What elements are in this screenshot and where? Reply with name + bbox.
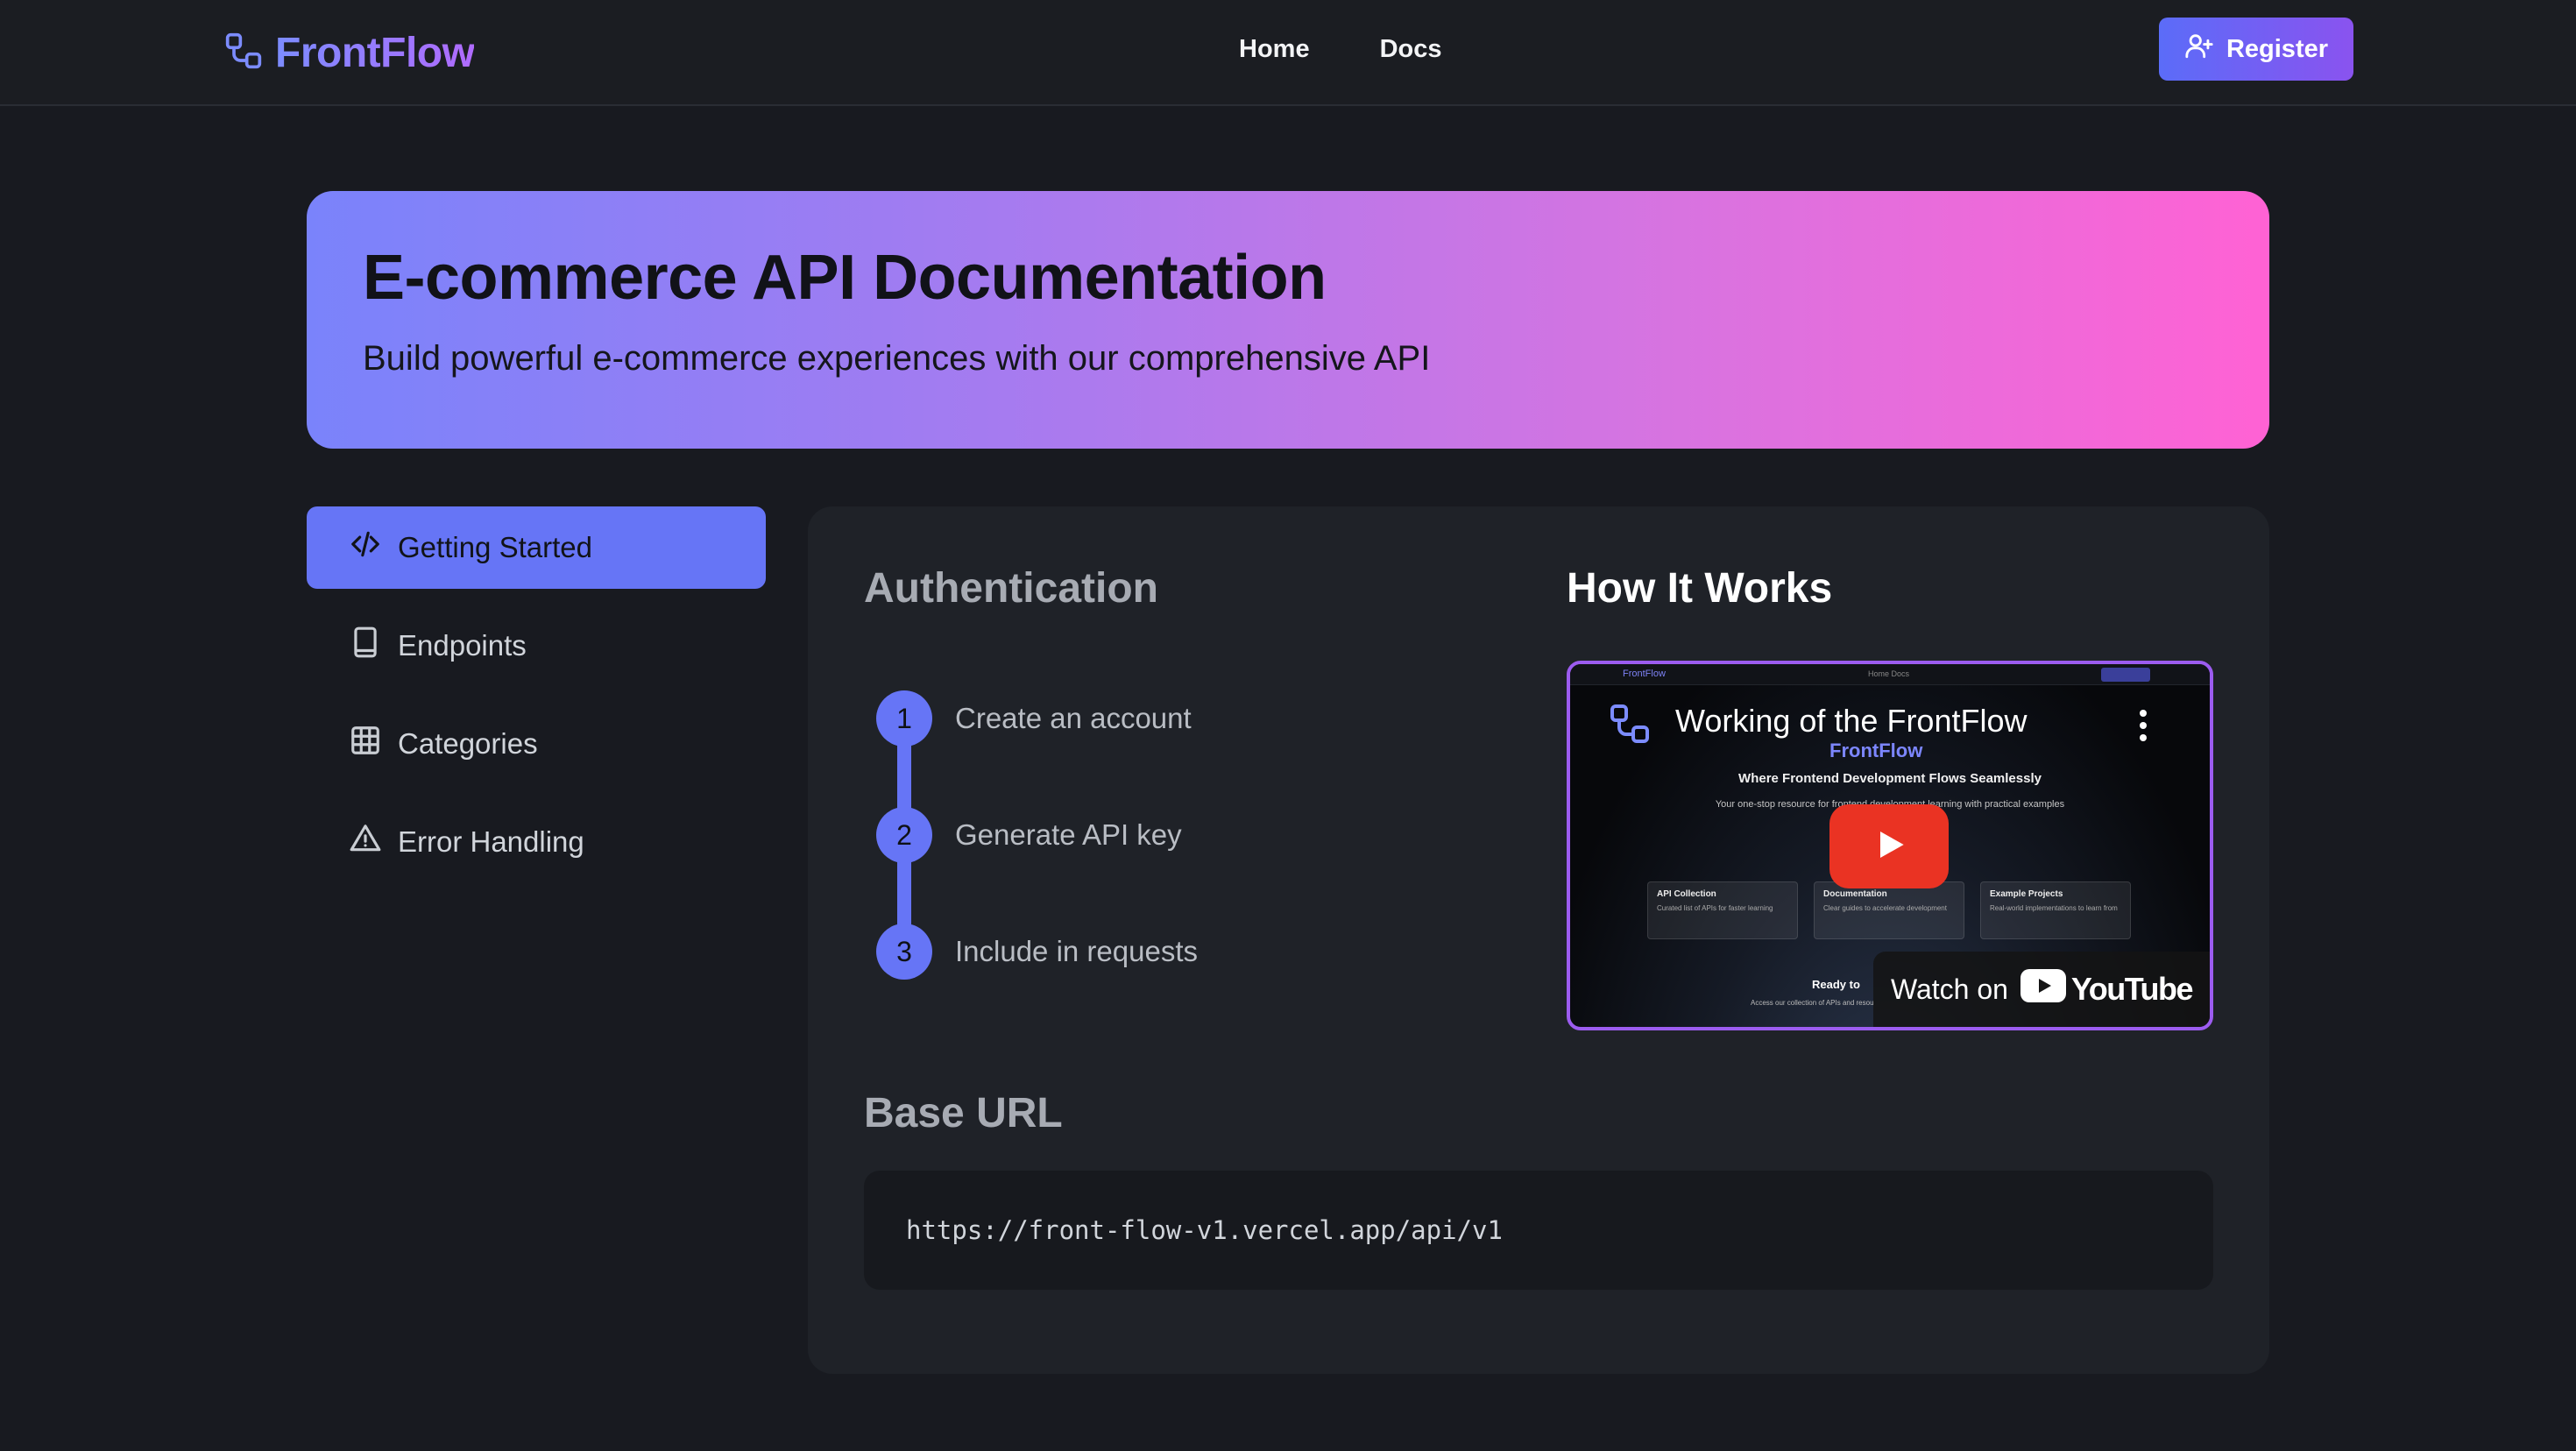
- play-button[interactable]: [1829, 804, 1949, 888]
- youtube-video-embed[interactable]: FrontFlow Home Docs Working of the Front…: [1567, 661, 2213, 1030]
- youtube-wordmark: YouTube: [2070, 971, 2194, 1007]
- step-label: Include in requests: [955, 935, 1199, 967]
- sidebar-item-label: Categories: [398, 727, 538, 760]
- book-icon: [349, 626, 382, 666]
- page-title: E-commerce API Documentation: [363, 243, 1327, 313]
- video-title[interactable]: Working of the FrontFlow: [1675, 703, 2027, 740]
- user-plus-icon: [2184, 31, 2214, 67]
- more-options-icon[interactable]: [2140, 710, 2148, 747]
- top-header: FrontFlow Home Docs Register: [0, 0, 2576, 106]
- sidebar-item-label: Error Handling: [398, 825, 584, 858]
- step-number: 3: [876, 924, 932, 980]
- video-preview-navbar: FrontFlow Home Docs: [1570, 664, 2210, 685]
- step-number: 1: [876, 690, 932, 747]
- video-access-text: Access our collection of APIs and resou: [1751, 999, 1874, 1007]
- youtube-logo: YouTube: [2020, 968, 2194, 1010]
- sidebar-item-endpoints[interactable]: Endpoints: [307, 605, 766, 687]
- authentication-heading: Authentication: [864, 565, 1158, 612]
- video-ready-text: Ready to: [1812, 978, 1860, 991]
- how-it-works-heading: How It Works: [1567, 565, 1833, 612]
- register-label: Register: [2226, 34, 2329, 63]
- watch-on-youtube-button[interactable]: Watch on YouTube: [1873, 952, 2210, 1027]
- content-panel: Authentication 1 Create an account 2 Gen…: [808, 506, 2269, 1374]
- warning-icon: [349, 822, 382, 862]
- sidebar-item-label: Getting Started: [398, 531, 592, 563]
- step-item: 1 Create an account: [871, 690, 1198, 807]
- step-item: 2 Generate API key: [871, 807, 1198, 924]
- video-card-title: Example Projects: [1990, 889, 2063, 899]
- sidebar-item-label: Endpoints: [398, 629, 527, 662]
- video-card: API Collection Curated list of APIs for …: [1647, 881, 1798, 939]
- video-brand-text: FrontFlow: [1829, 740, 1923, 761]
- video-preview-brand: FrontFlow: [1623, 669, 1666, 679]
- watch-on-label: Watch on: [1890, 973, 2008, 1005]
- video-card: Documentation Clear guides to accelerate…: [1814, 881, 1964, 939]
- nav-home-link[interactable]: Home: [1239, 32, 1310, 67]
- page-subtitle: Build powerful e-commerce experiences wi…: [363, 339, 1431, 379]
- auth-steps: 1 Create an account 2 Generate API key 3…: [871, 690, 1198, 1040]
- video-tagline: Where Frontend Development Flows Seamles…: [1738, 771, 2042, 786]
- code-icon: [349, 527, 382, 568]
- video-card: Example Projects Real-world implementati…: [1980, 881, 2131, 939]
- sidebar-item-getting-started[interactable]: Getting Started: [307, 506, 766, 589]
- register-button[interactable]: Register: [2159, 18, 2353, 81]
- grid-icon: [349, 724, 382, 764]
- video-card-text: Real-world implementations to learn from: [1990, 904, 2118, 912]
- video-card-title: API Collection: [1657, 889, 1716, 899]
- step-label: Generate API key: [955, 818, 1182, 851]
- brand-name: FrontFlow: [275, 29, 475, 76]
- nav-docs-link[interactable]: Docs: [1380, 32, 1442, 67]
- hero-banner: E-commerce API Documentation Build power…: [307, 191, 2269, 449]
- sidebar-item-error-handling[interactable]: Error Handling: [307, 801, 766, 883]
- video-card-title: Documentation: [1823, 889, 1887, 899]
- brand-logo[interactable]: FrontFlow: [224, 28, 475, 77]
- step-item: 3 Include in requests: [871, 924, 1198, 1040]
- video-card-text: Curated list of APIs for faster learning: [1657, 904, 1773, 912]
- video-preview-links: Home Docs: [1868, 669, 1910, 678]
- main-nav: Home Docs: [1239, 32, 1442, 67]
- step-label: Create an account: [955, 702, 1192, 734]
- youtube-play-icon: [2020, 968, 2066, 1010]
- base-url-heading: Base URL: [864, 1090, 1063, 1136]
- flow-logo-icon: [224, 32, 263, 74]
- video-card-text: Clear guides to accelerate development: [1823, 904, 1947, 912]
- step-number: 2: [876, 807, 932, 863]
- play-icon: [1872, 827, 1907, 867]
- base-url-code[interactable]: https://front-flow-v1.vercel.app/api/v1: [864, 1171, 2213, 1290]
- video-preview-register: [2101, 668, 2150, 682]
- channel-avatar-icon[interactable]: [1609, 703, 1651, 745]
- sidebar-item-categories[interactable]: Categories: [307, 703, 766, 785]
- docs-sidebar: Getting Started Endpoints Categories Err…: [307, 506, 766, 899]
